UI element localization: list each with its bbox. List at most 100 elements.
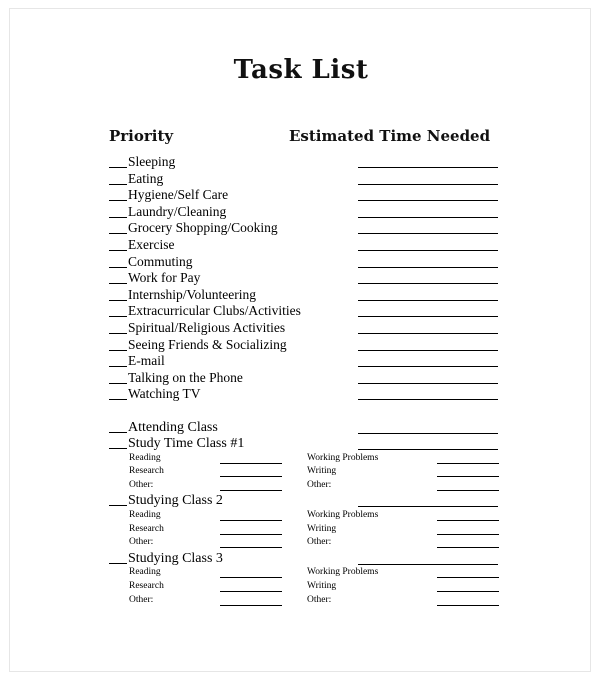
study-subrow-left-label: Other: [129, 479, 154, 490]
study-subrow-left-blank[interactable] [220, 476, 282, 478]
study-subrow-right-blank[interactable] [437, 476, 499, 478]
estimated-time-blank[interactable] [358, 283, 498, 285]
priority-blank[interactable] [109, 299, 127, 301]
task-label-text: Eating [128, 170, 164, 186]
task-label-text: Talking on the Phone [128, 369, 243, 385]
study-subrow-right-blank[interactable] [437, 462, 499, 464]
estimated-time-blank[interactable] [358, 299, 498, 301]
study-subrow-left-blank[interactable] [220, 533, 282, 535]
priority-blank[interactable] [109, 200, 127, 202]
priority-blank[interactable] [109, 349, 127, 351]
task-label-text: Watching TV [128, 386, 201, 402]
task-item-5[interactable]: Exercise [109, 237, 174, 252]
study-subrow: Other: Other: [10, 537, 592, 551]
study-class-item-2[interactable]: Studying Class 3 [109, 551, 223, 566]
estimated-time-blank[interactable] [358, 332, 498, 334]
task-label-text: Hygiene/Self Care [128, 187, 229, 203]
estimated-time-blank[interactable] [358, 200, 498, 202]
priority-blank[interactable] [109, 316, 127, 318]
priority-blank[interactable] [109, 366, 127, 368]
attending-class-item[interactable]: Attending Class [109, 420, 218, 435]
study-class-item-0[interactable]: Study Time Class #1 [109, 436, 244, 451]
task-item-6[interactable]: Commuting [109, 254, 193, 269]
estimated-time-blank[interactable] [358, 167, 498, 168]
task-label-text: Commuting [128, 253, 193, 269]
estimated-time-blank[interactable] [358, 316, 498, 318]
task-label-text: Internship/Volunteering [128, 286, 256, 302]
task-label-text: Grocery Shopping/Cooking [128, 220, 278, 236]
priority-blank[interactable] [109, 233, 127, 235]
study-subrow-right-blank[interactable] [437, 547, 499, 549]
estimated-time-blank[interactable] [358, 233, 498, 235]
task-item-13[interactable]: Talking on the Phone [109, 370, 243, 385]
estimated-time-blank[interactable] [358, 563, 498, 565]
study-subrow-right-blank[interactable] [437, 604, 499, 606]
study-subrow-left-blank[interactable] [220, 577, 282, 579]
priority-blank[interactable] [109, 332, 127, 334]
study-subrow-right-label: Writing [307, 581, 337, 592]
column-header-estimated-time: Estimated Time Needed [289, 127, 491, 145]
task-item-9[interactable]: Extracurricular Clubs/Activities [109, 303, 301, 318]
estimated-time-blank[interactable] [358, 506, 498, 508]
task-item-11[interactable]: Seeing Friends & Socializing [109, 337, 287, 352]
estimated-time-blank[interactable] [358, 449, 498, 451]
estimated-time-blank[interactable] [358, 399, 498, 401]
task-item-14[interactable]: Watching TV [109, 386, 201, 401]
study-subrow-right-blank[interactable] [437, 520, 499, 522]
study-subrow-left-blank[interactable] [220, 547, 282, 549]
task-row: Study Time Class #1 [10, 436, 592, 453]
priority-blank[interactable] [109, 448, 127, 450]
study-subrow: Other: Other: [10, 480, 592, 494]
estimated-time-blank[interactable] [358, 249, 498, 251]
priority-blank[interactable] [109, 266, 127, 268]
study-class-item-1[interactable]: Studying Class 2 [109, 493, 223, 508]
estimated-time-blank[interactable] [358, 366, 498, 368]
study-subrow: Other: Other: [10, 595, 592, 609]
priority-blank[interactable] [109, 183, 127, 185]
task-label-text: Extracurricular Clubs/Activities [128, 303, 301, 319]
study-subrow: Research Writing [10, 524, 592, 538]
task-label-text: Spiritual/Religious Activities [128, 319, 286, 335]
study-subrow-right-blank[interactable] [437, 577, 499, 579]
estimated-time-blank[interactable] [358, 349, 498, 351]
task-item-12[interactable]: E-mail [109, 353, 165, 368]
task-item-2[interactable]: Hygiene/Self Care [109, 187, 228, 202]
estimated-time-blank[interactable] [358, 266, 498, 268]
priority-blank[interactable] [109, 399, 127, 401]
study-subrow-left-blank[interactable] [220, 591, 282, 593]
priority-blank[interactable] [109, 216, 127, 218]
task-item-1[interactable]: Eating [109, 171, 163, 186]
priority-blank[interactable] [109, 562, 127, 564]
priority-blank[interactable] [109, 249, 127, 251]
task-label-text: Study Time Class #1 [128, 436, 245, 452]
task-item-3[interactable]: Laundry/Cleaning [109, 204, 226, 219]
estimated-time-blank[interactable] [358, 216, 498, 218]
priority-blank[interactable] [109, 431, 127, 433]
task-item-8[interactable]: Internship/Volunteering [109, 287, 256, 302]
study-subrow-left-blank[interactable] [220, 489, 282, 491]
estimated-time-blank[interactable] [358, 382, 498, 384]
priority-blank[interactable] [109, 283, 127, 285]
study-subrow-right-blank[interactable] [437, 489, 499, 491]
study-subrow-left-blank[interactable] [220, 462, 282, 464]
priority-blank[interactable] [109, 505, 127, 507]
study-subrow-left-blank[interactable] [220, 520, 282, 522]
task-item-10[interactable]: Spiritual/Religious Activities [109, 320, 285, 335]
task-row: Work for Pay [10, 270, 592, 287]
task-item-7[interactable]: Work for Pay [109, 270, 200, 285]
estimated-time-blank[interactable] [358, 432, 498, 434]
task-item-4[interactable]: Grocery Shopping/Cooking [109, 220, 278, 235]
study-subrow-right-blank[interactable] [437, 591, 499, 593]
estimated-time-blank[interactable] [358, 183, 498, 185]
study-subrow-left-blank[interactable] [220, 604, 282, 606]
priority-blank[interactable] [109, 382, 127, 384]
task-label-text: Work for Pay [128, 270, 201, 286]
study-subrow-left-label: Research [129, 466, 164, 477]
study-subrow-right-label: Working Problems [307, 452, 379, 463]
priority-blank[interactable] [109, 167, 127, 168]
task-item-0[interactable]: Sleeping [109, 154, 175, 169]
task-row: Eating [10, 171, 592, 188]
task-label-text: Studying Class 3 [128, 550, 223, 566]
study-subrow-right-blank[interactable] [437, 533, 499, 535]
column-header-priority: Priority [109, 127, 174, 145]
